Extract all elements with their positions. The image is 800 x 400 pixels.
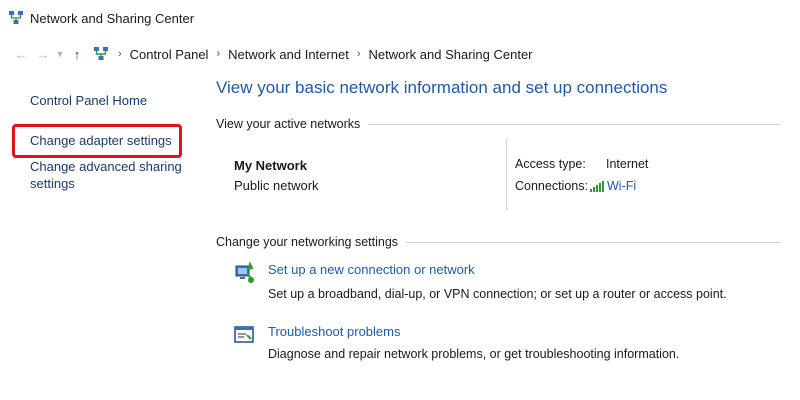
arrow-left-icon: ← [14, 46, 28, 62]
breadcrumb-network-and-sharing-center[interactable]: Network and Sharing Center [368, 47, 532, 62]
arrow-right-icon: → [36, 46, 50, 62]
wifi-link[interactable]: Wi-Fi [607, 179, 636, 193]
network-type[interactable]: Public network [234, 178, 319, 193]
networking-settings-header: Change your networking settings [216, 235, 781, 249]
breadcrumb-control-panel[interactable]: Control Panel [130, 47, 209, 62]
connections-label: Connections: [515, 179, 588, 193]
chevron-right-icon[interactable]: › [357, 48, 361, 60]
divider [368, 123, 781, 125]
breadcrumb-network-and-internet[interactable]: Network and Internet [228, 47, 349, 62]
main-content: View your basic network information and … [205, 68, 800, 400]
chevron-right-icon[interactable]: › [216, 48, 220, 60]
troubleshoot-description: Diagnose and repair network problems, or… [268, 347, 680, 361]
wifi-connection[interactable]: Wi-Fi [590, 179, 636, 193]
troubleshoot-link[interactable]: Troubleshoot problems [268, 324, 400, 339]
title-bar: Network and Sharing Center [0, 0, 800, 36]
network-center-icon [9, 11, 23, 24]
networking-settings-header-text: Change your networking settings [216, 235, 399, 249]
active-networks-header-text: View your active networks [216, 117, 361, 131]
setup-connection-link[interactable]: Set up a new connection or network [268, 262, 475, 277]
chevron-right-icon[interactable]: › [118, 48, 122, 60]
up-button[interactable]: ↑ [66, 43, 88, 65]
window-title: Network and Sharing Center [30, 10, 195, 26]
access-type-value: Internet [606, 157, 649, 171]
active-networks-header: View your active networks [216, 117, 781, 131]
wifi-signal-icon [590, 181, 604, 192]
forward-button[interactable]: → [32, 43, 54, 65]
back-button[interactable]: ← [10, 43, 32, 65]
network-setup-icon [235, 262, 254, 283]
highlight-annotation [12, 124, 182, 158]
arrow-up-icon: ↑ [73, 46, 81, 62]
recent-locations-button[interactable]: ▼ [54, 43, 66, 65]
sidebar-item-change-advanced-sharing-settings[interactable]: Change advanced sharing settings [30, 158, 190, 192]
chevron-down-icon: ▼ [55, 49, 65, 59]
network-name: My Network [234, 158, 307, 173]
vertical-divider [506, 138, 507, 210]
access-type-label: Access type: [515, 157, 586, 171]
address-bar: ← → ▼ ↑ › Control Panel › Network and In… [0, 40, 800, 68]
control-panel-icon [94, 47, 108, 60]
setup-connection-description: Set up a broadband, dial-up, or VPN conn… [268, 287, 727, 301]
divider [406, 241, 781, 243]
page-title: View your basic network information and … [216, 78, 668, 97]
sidebar-item-control-panel-home[interactable]: Control Panel Home [30, 92, 147, 109]
troubleshoot-icon [234, 326, 254, 343]
sidebar: Control Panel Home Change adapter settin… [0, 68, 205, 400]
